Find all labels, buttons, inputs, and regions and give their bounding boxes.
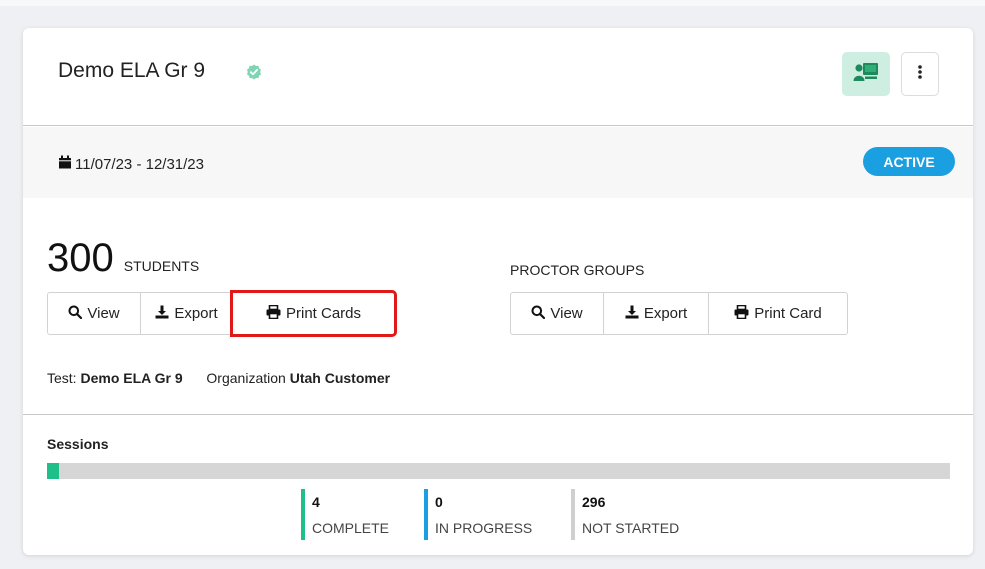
status-badge: ACTIVE	[863, 147, 955, 176]
section-divider	[23, 414, 973, 415]
stat-in-progress-bar	[424, 489, 428, 540]
vertical-ellipsis-icon	[917, 64, 923, 85]
students-export-button[interactable]: Export	[140, 292, 233, 335]
students-view-button[interactable]: View	[47, 292, 141, 335]
search-icon	[531, 305, 550, 323]
test-label: Test:	[47, 370, 77, 386]
search-icon	[68, 305, 87, 323]
date-row: 11/07/23 - 12/31/23 ACTIVE	[23, 127, 973, 198]
student-count-label: STUDENTS	[123, 258, 200, 274]
stat-complete: 4 COMPLETE	[301, 489, 389, 540]
proctor-print-card-button[interactable]: Print Card	[708, 292, 848, 335]
card-header: Demo ELA Gr 9	[23, 28, 973, 126]
students-print-label: Print Cards	[285, 305, 362, 322]
sessions-label: Sessions	[47, 436, 109, 452]
students-export-label: Export	[174, 305, 218, 322]
student-count-number: 300	[47, 236, 114, 280]
stat-not-started-count: 296	[582, 494, 606, 510]
stat-complete-bar	[301, 489, 305, 540]
more-options-button[interactable]	[901, 52, 939, 96]
proctor-export-label: Export	[643, 305, 688, 322]
date-range-text: 11/07/23 - 12/31/23	[75, 155, 204, 173]
organization-value: Utah Customer	[289, 370, 391, 386]
stat-not-started-bar	[571, 489, 575, 540]
proctor-groups-label: PROCTOR GROUPS	[510, 262, 645, 278]
proctor-view-label: View	[550, 305, 583, 322]
top-strip	[0, 0, 985, 6]
stat-not-started: 296 NOT STARTED	[571, 489, 679, 540]
organization-label: Organization	[206, 370, 286, 386]
stat-in-progress-count: 0	[435, 494, 443, 510]
stat-in-progress: 0 IN PROGRESS	[424, 489, 532, 540]
students-print-cards-button[interactable]: Print Cards	[230, 290, 397, 337]
sessions-progress-bar	[47, 463, 950, 479]
test-value: Demo ELA Gr 9	[80, 370, 183, 386]
printer-icon	[266, 304, 286, 323]
page-title: Demo ELA Gr 9	[58, 59, 206, 82]
proctor-groups-button-group: View Export Print Card	[510, 292, 848, 335]
date-range: 11/07/23 - 12/31/23	[58, 155, 204, 173]
stat-complete-label: COMPLETE	[312, 520, 390, 536]
assignment-meta: Test: Demo ELA Gr 9 Organization Utah Cu…	[47, 370, 390, 386]
download-icon	[155, 305, 174, 323]
stat-complete-count: 4	[312, 494, 320, 510]
proctor-classroom-button[interactable]	[842, 52, 890, 96]
printer-icon	[734, 304, 754, 323]
assignment-card: Demo ELA Gr 9 11/07/23 - 12/31/23 ACTIVE…	[23, 28, 973, 555]
download-icon	[625, 305, 644, 323]
calendar-icon	[58, 155, 75, 173]
proctor-classroom-icon	[853, 62, 879, 87]
proctor-print-label: Print Card	[754, 305, 822, 322]
students-view-label: View	[87, 305, 120, 322]
stat-not-started-label: NOT STARTED	[582, 520, 680, 536]
student-count: 300 STUDENTS	[47, 238, 199, 278]
verified-check-icon	[246, 64, 262, 80]
proctor-view-button[interactable]: View	[510, 292, 604, 335]
stat-in-progress-label: IN PROGRESS	[435, 520, 533, 536]
sessions-progress-fill	[47, 463, 59, 479]
proctor-export-button[interactable]: Export	[603, 292, 709, 335]
students-button-group: View Export Print Cards	[47, 290, 397, 337]
